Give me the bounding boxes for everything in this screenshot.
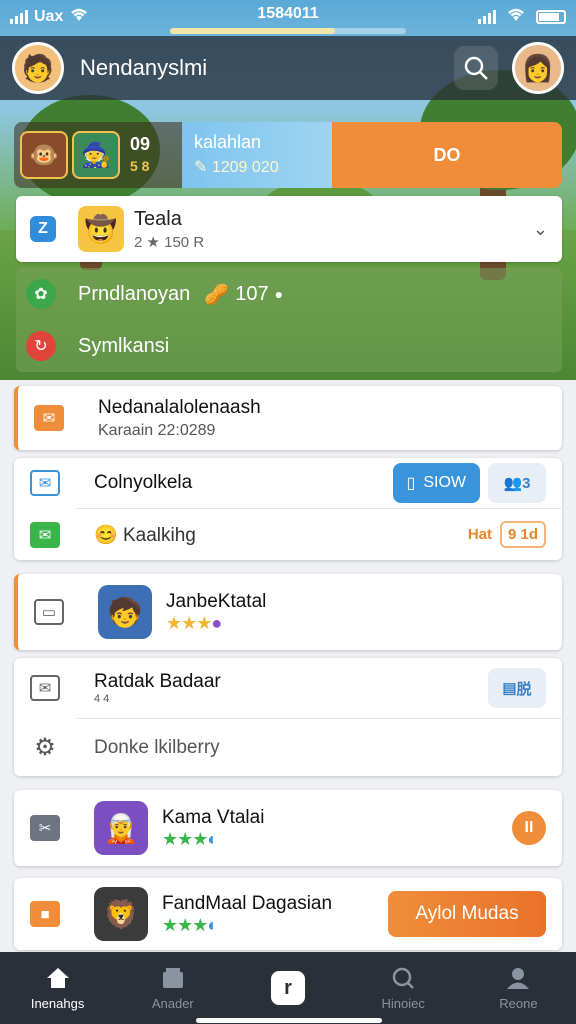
star-rating: ★★★◐	[162, 828, 218, 849]
status-tag: Hat	[467, 526, 492, 543]
game-thumbnail: 🧝	[94, 801, 148, 855]
list-item[interactable]: ✉ 😊 Kaalkihg Hat 9 1d	[14, 509, 562, 560]
list-item[interactable]: ✉ Ratdak Badaar 4 4 ▤ 脱	[14, 658, 562, 718]
rank-badge: Z	[30, 216, 56, 242]
list-item-label: 😊 Kaalkihg	[94, 524, 196, 546]
panel-row-sync[interactable]: ↻ Symlkansi	[16, 320, 562, 372]
promo-banner[interactable]: 🐵 🧙 09 5 8 kalahlan ✎ 1209 020 DO	[14, 122, 562, 188]
promo-cta-button[interactable]: DO	[332, 122, 562, 188]
search-button[interactable]	[454, 46, 498, 90]
sync-icon: ↻	[26, 331, 56, 361]
mail-icon: ✉	[30, 521, 60, 548]
nav-item-home[interactable]: Inenahgs	[0, 952, 115, 1024]
battery-icon	[536, 9, 566, 24]
game-thumbnail: 🧒	[98, 585, 152, 639]
pause-button[interactable]: II	[512, 811, 546, 845]
envelope-icon: ✉	[30, 470, 60, 496]
game-thumbnail: 🤠	[78, 206, 124, 252]
phone-icon: ▯	[406, 475, 416, 492]
nav-item-search[interactable]: Hinoiec	[346, 952, 461, 1024]
wifi-icon	[506, 6, 526, 27]
game-card[interactable]: ▭ 🧒 JanbeKtatal ★★★●	[14, 574, 562, 650]
list-item[interactable]: ✉ Colnyolkela ▯ SIOW 👥 3	[14, 458, 562, 508]
mail-icon: ✉	[34, 405, 64, 431]
panel-row-points[interactable]: ✿ Prndlanoyan 🥜 107 ●	[16, 268, 562, 320]
game-card[interactable]: ✂ 🧝 Kama Vtalai ★★★◐ II	[14, 790, 562, 866]
card-title: JanbeKtatal	[166, 590, 267, 612]
game-card[interactable]: ■ 🦁 FandMaal Dagasian ★★★◐ Aylol Mudas	[14, 878, 562, 950]
list-item-label: Colnyolkela	[94, 472, 193, 493]
game-thumbnail: 🦁	[94, 887, 148, 941]
loading-progress-bar	[170, 28, 406, 34]
card-subtitle: 4 4	[94, 693, 110, 705]
play-button[interactable]: Aylol Mudas	[388, 891, 546, 937]
coin-counter: 🥜 107 ●	[204, 282, 284, 306]
star-rating: ★★★◐	[162, 914, 218, 935]
user-avatar[interactable]: 🧑	[12, 42, 64, 94]
chevron-down-icon[interactable]: ⌄	[533, 219, 548, 240]
nav-label: Hinoiec	[381, 995, 425, 1011]
star-rating: ★★★●	[166, 612, 222, 633]
panel-row-label: Symlkansi	[78, 334, 170, 357]
card-title: FandMaal Dagasian	[162, 892, 333, 914]
card-title: Kama Vtalai	[162, 806, 265, 828]
nav-label: Anader	[151, 995, 194, 1011]
nav-item-profile[interactable]: Reone	[461, 952, 576, 1024]
settings-card: ✉ Ratdak Badaar 4 4 ▤ 脱 ⚙ Donke lkilberry	[14, 658, 562, 776]
notification-card[interactable]: ✉ Nedanalalolenaash Karaain 22:0289	[14, 386, 562, 450]
promo-score: 09 5 8	[130, 134, 151, 174]
selected-game-rating: 2 ★ 150 R	[134, 233, 205, 251]
card-title: Nedanalalolenaash	[98, 396, 261, 418]
signal-icon	[478, 9, 496, 24]
list-item-label: Donke lkilberry	[94, 736, 220, 758]
info-icon: ●	[274, 286, 284, 302]
promo-info: kalahlan ✎ 1209 020	[182, 122, 332, 188]
list-item[interactable]: ⚙ Donke lkilberry	[14, 719, 562, 776]
box-icon: ■	[30, 901, 60, 927]
time-pill[interactable]: 9 1d	[499, 521, 546, 548]
card-title: Ratdak Badaar	[94, 671, 221, 692]
show-button[interactable]: ▯ SIOW	[392, 463, 480, 503]
group-icon: 👥	[503, 475, 523, 492]
nav-label: Inenahgs	[30, 995, 85, 1011]
home-icon	[46, 967, 69, 988]
panel-row-label: Prndlanoyan	[78, 282, 191, 305]
messages-card: ✉ Colnyolkela ▯ SIOW 👥 3 ✉ 😊 Kaalkihg Hat…	[14, 458, 562, 560]
game-tile-icon: 🐵	[20, 131, 68, 179]
profile-icon	[507, 967, 530, 989]
search-icon	[392, 967, 415, 989]
document-button[interactable]: ▤ 脱	[488, 668, 546, 708]
page-title: Nendanyslmi	[80, 55, 208, 80]
gear-icon: ⚙	[34, 734, 56, 761]
status-bar: Uax 1584011	[0, 0, 576, 30]
tools-icon: ✂	[30, 815, 60, 841]
app-bar: 🧑 Nendanyslmi 👩	[0, 36, 576, 100]
mail-icon: ✉	[30, 675, 60, 701]
game-selector[interactable]: Z 🤠 Teala 2 ★ 150 R ⌄	[16, 196, 562, 262]
card-subtitle: Karaain 22:0289	[98, 421, 216, 439]
document-icon: ▤	[502, 680, 517, 697]
profile-avatar[interactable]: 👩	[512, 42, 564, 94]
coin-icon: 🥜	[204, 283, 230, 306]
nav-label: Reone	[499, 995, 538, 1011]
archive-icon	[162, 967, 183, 988]
search-icon	[464, 56, 488, 80]
leaf-icon: ✿	[26, 279, 56, 309]
promo-games: 🐵 🧙 09 5 8	[14, 122, 182, 188]
promo-info-subtitle: ✎ 1209 020	[194, 159, 279, 176]
nav-item-center[interactable]: r	[230, 952, 345, 1024]
stats-panel: ✿ Prndlanoyan 🥜 107 ● ↻ Symlkansi	[16, 268, 562, 372]
bottom-navigation: Inenahgs Anader r Hinoiec Reone	[0, 952, 576, 1024]
promo-info-title: kalahlan	[194, 132, 262, 152]
center-action-icon: r	[271, 971, 305, 1005]
game-tile-icon: 🧙	[72, 131, 120, 179]
smile-icon: 😊	[94, 524, 118, 546]
group-button[interactable]: 👥 3	[488, 463, 546, 503]
nav-item-archive[interactable]: Anader	[115, 952, 230, 1024]
selected-game-name: Teala	[134, 207, 182, 230]
home-indicator	[196, 1018, 382, 1023]
inbox-icon: ▭	[34, 599, 64, 625]
